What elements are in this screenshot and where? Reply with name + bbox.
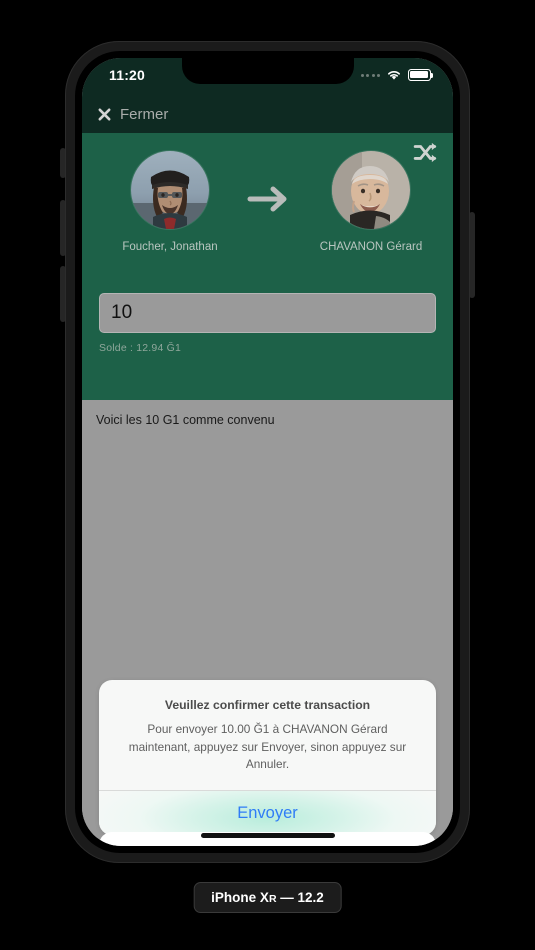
avatar-photo-man-beanie <box>131 151 209 229</box>
status-bar-indicators <box>360 69 434 81</box>
dialog-title: Veuillez confirmer cette transaction <box>164 698 371 712</box>
dialog-message: Pour envoyer 10.00 Ğ1 à CHAVANON Gérard … <box>128 722 407 772</box>
transfer-panel: Foucher, Jonathan CHAVANON Gérard 10 Sol… <box>82 133 453 400</box>
confirm-send-label: Envoyer <box>237 803 298 822</box>
recipient-name: CHAVANON Gérard <box>319 241 423 253</box>
wifi-icon <box>388 71 400 80</box>
device-name-suffix: — 12.2 <box>276 890 324 905</box>
device-label: iPhone XR — 12.2 <box>193 882 342 913</box>
comment-input[interactable]: Voici les 10 G1 comme convenu <box>96 412 439 429</box>
status-bar-time: 11:20 <box>109 67 146 83</box>
avatar-photo-elderly-man <box>332 151 410 229</box>
amount-section: 10 Solde : 12.94 Ğ1 <box>99 293 436 354</box>
avatar-recipient[interactable] <box>332 151 410 229</box>
close-x-icon[interactable] <box>97 107 112 122</box>
balance-label: Solde : 12.94 Ğ1 <box>99 342 182 354</box>
recipient-block[interactable]: CHAVANON Gérard <box>311 151 431 253</box>
phone-frame: 11:20 Fermer Foucher, Jonathan CHAVANON … <box>65 41 470 863</box>
cancel-button-label: Annuler <box>236 845 298 847</box>
navigation-bar: Fermer <box>82 96 453 133</box>
confirm-send-button[interactable]: Envoyer <box>99 791 436 836</box>
sender-block[interactable]: Foucher, Jonathan <box>110 151 230 253</box>
amount-input[interactable]: 10 <box>99 293 436 333</box>
avatar-sender[interactable] <box>131 151 209 229</box>
comment-area: Voici les 10 G1 comme convenu Veuillez c… <box>82 400 453 846</box>
battery-full-icon <box>408 69 434 81</box>
signal-dots-icon <box>360 73 380 77</box>
screenshot-stage: 11:20 Fermer Foucher, Jonathan CHAVANON … <box>0 0 535 950</box>
sender-name: Foucher, Jonathan <box>122 241 218 253</box>
device-name-prefix: iPhone X <box>211 890 269 905</box>
device-notch <box>181 58 354 84</box>
transfer-participants: Foucher, Jonathan CHAVANON Gérard <box>82 151 453 281</box>
phone-screen: 11:20 Fermer Foucher, Jonathan CHAVANON … <box>82 58 453 846</box>
confirmation-dialog: Veuillez confirmer cette transaction Pou… <box>99 680 436 836</box>
arrow-right-icon <box>247 186 286 212</box>
phone-bezel: 11:20 Fermer Foucher, Jonathan CHAVANON … <box>75 51 460 853</box>
close-button-label[interactable]: Fermer <box>120 106 168 123</box>
home-indicator[interactable] <box>200 833 335 838</box>
